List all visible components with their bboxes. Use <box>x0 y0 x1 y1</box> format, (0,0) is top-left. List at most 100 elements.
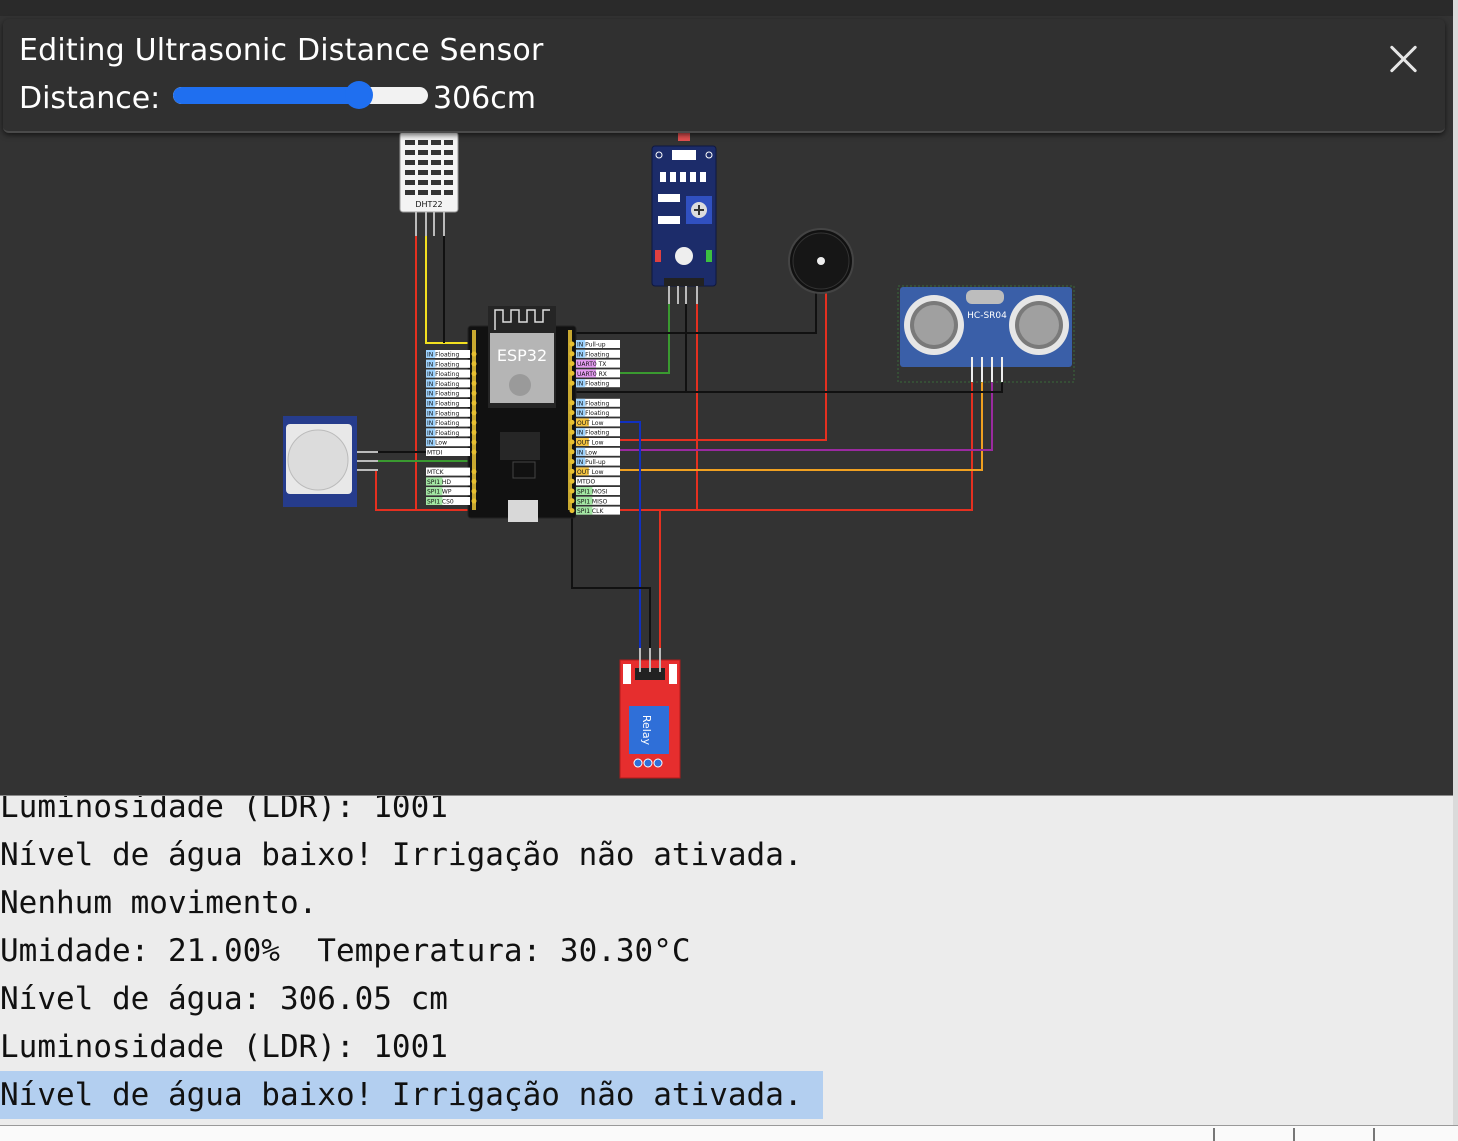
esp32-pin-text: IN Floating <box>427 420 459 427</box>
esp32-pin-dot <box>471 429 477 435</box>
relay-module: Relay <box>619 648 681 779</box>
esp32-pin-label-right-15: SPI1 MOSI <box>569 487 620 496</box>
esp32-pin-dot <box>569 498 575 504</box>
esp32-pin-label-left-6: IN Floating <box>426 408 477 417</box>
esp32-pin-label-left-1: IN Floating <box>426 359 477 368</box>
esp32-pin-text: IN Low <box>577 449 597 456</box>
distance-slider[interactable] <box>173 87 428 104</box>
esp32-pin-dot <box>569 380 575 386</box>
esp32-pin-dot <box>471 361 477 367</box>
console-line: Luminosidade (LDR): 1001 <box>0 1029 448 1065</box>
esp32-pin-dot <box>569 429 575 435</box>
esp32-pin-dot <box>569 478 575 484</box>
esp32-pin-label-left-3: IN Floating <box>426 379 477 388</box>
esp32-pin-label-right-7: IN Floating <box>569 408 620 417</box>
console-line: Nível de água: 306.05 cm <box>0 981 448 1017</box>
esp32-pin-dot <box>569 400 575 406</box>
esp32-pin-text: IN Floating <box>427 352 459 359</box>
console-line: Nenhum movimento. <box>0 885 318 921</box>
esp32-pin-dot <box>471 498 477 504</box>
esp32-pin-dot <box>471 371 477 377</box>
esp32-pin-label-left-7: IN Floating <box>426 418 477 427</box>
esp32-pin-dot <box>471 478 477 484</box>
esp32-pin-dot <box>569 370 575 376</box>
esp32-pin-text: SPI1 CLK <box>577 508 604 515</box>
wire-us-vcc <box>660 380 973 511</box>
esp32-pin-text: IN Floating <box>427 430 459 437</box>
bottom-toolbar <box>0 1125 1458 1141</box>
esp32-pin-label-right-11: IN Low <box>569 447 620 456</box>
esp32-pin-label-left-0: IN Floating <box>426 350 477 359</box>
serial-monitor[interactable]: Luminosidade (LDR): 1001 Nível de água b… <box>0 795 1453 1126</box>
wire-us-gnd <box>686 380 1003 393</box>
esp32-pin-dot <box>569 361 575 367</box>
esp32-pin-text: IN Pull-up <box>577 459 606 466</box>
console-line: Umidade: 21.00% Temperatura: 30.30°C <box>0 933 691 969</box>
esp32-pin-text: IN Pull-up <box>577 342 606 349</box>
console-line: Luminosidade (LDR): 1001 <box>0 795 448 825</box>
esp32-pin-text: IN Floating <box>577 381 609 388</box>
hc-sr04-sensor: HC-SR04 <box>897 285 1075 383</box>
esp32-pin-dot <box>569 449 575 455</box>
esp32-pin-text: OUT Low <box>577 440 604 447</box>
esp32-pin-label-right-12: IN Pull-up <box>569 457 620 466</box>
esp32-pin-label-left-13: SPI1 HD <box>426 477 477 486</box>
distance-slider-thumb[interactable] <box>345 81 374 109</box>
esp32-pin-dot <box>471 449 477 455</box>
esp32-pin-label-right-4: IN Floating <box>569 379 620 388</box>
esp32-pin-dot <box>471 400 477 406</box>
esp32-pin-dot <box>569 488 575 494</box>
toolbar-tab[interactable] <box>1293 1128 1373 1141</box>
esp32-pin-label-left-2: IN Floating <box>426 369 477 378</box>
toolbar-tab[interactable] <box>1373 1128 1453 1141</box>
esp32-pin-label-right-6: IN Floating <box>569 398 620 407</box>
distance-value: 306cm <box>433 81 536 116</box>
esp32-pin-text: IN Floating <box>577 400 609 407</box>
scrollbar[interactable] <box>1453 0 1458 1140</box>
buzzer <box>788 228 854 294</box>
esp32-pin-dot <box>471 351 477 357</box>
simulation-canvas[interactable]: DHT22 HC-SR04 ESP32 IN Floating IN Float… <box>0 0 1453 795</box>
esp32-pin-label-right-9: IN Floating <box>569 428 620 437</box>
esp32-pin-text: SPI1 MOSI <box>577 489 608 496</box>
esp32-pin-dot <box>471 469 477 475</box>
esp32-pin-dot <box>569 468 575 474</box>
esp32-pin-dot <box>471 420 477 426</box>
esp32-pin-label-right-0: IN Pull-up <box>569 340 620 349</box>
esp32-pin-text: IN Floating <box>577 351 609 358</box>
esp32-label: ESP32 <box>497 346 547 365</box>
esp32-pin-dot <box>569 410 575 416</box>
distance-label: Distance: <box>19 81 161 116</box>
esp32-pin-text: OUT Low <box>577 469 604 476</box>
esp32-pin-dot <box>471 380 477 386</box>
esp32-pin-text: MTDO <box>577 479 595 486</box>
hc-sr04-label: HC-SR04 <box>967 311 1007 321</box>
esp32-pin-text: IN Floating <box>427 410 459 417</box>
esp32-pin-label-left-4: IN Floating <box>426 389 477 398</box>
distance-slider-fill <box>173 87 360 104</box>
esp32-pin-label-left-5: IN Floating <box>426 399 477 408</box>
esp32-pin-text: SPI1 HD <box>427 479 451 486</box>
esp32-pin-label-right-8: OUT Low <box>569 418 620 427</box>
esp32-pin-text: IN Floating <box>427 391 459 398</box>
esp32-pin-text: MTDI <box>427 450 442 457</box>
esp32-board: ESP32 IN Floating IN Floating IN Floating I… <box>426 306 620 522</box>
esp32-pin-label-right-1: IN Floating <box>569 349 620 358</box>
esp32-pin-dot <box>471 439 477 445</box>
close-icon[interactable] <box>1383 39 1423 79</box>
esp32-pin-label-left-9: IN Low <box>426 438 477 447</box>
esp32-pin-label-left-10: MTDI <box>426 448 477 457</box>
esp32-pin-label-left-14: SPI1 WP <box>426 487 477 496</box>
esp32-pin-dot <box>569 351 575 357</box>
relay-label: Relay <box>640 715 653 746</box>
esp32-pin-label-right-3: UART0 RX <box>569 369 620 378</box>
esp32-pin-text: IN Floating <box>577 430 609 437</box>
esp32-pin-text: IN Floating <box>577 410 609 417</box>
esp32-pin-text: MTCK <box>427 469 445 476</box>
wire-pir-vcc <box>375 470 416 511</box>
esp32-pin-dot <box>569 341 575 347</box>
esp32-pin-label-right-14: MTDO <box>569 477 620 486</box>
esp32-pin-text: SPI1 WP <box>427 489 452 496</box>
toolbar-tab[interactable] <box>1213 1128 1293 1141</box>
esp32-pin-text: UART0 TX <box>577 361 606 368</box>
